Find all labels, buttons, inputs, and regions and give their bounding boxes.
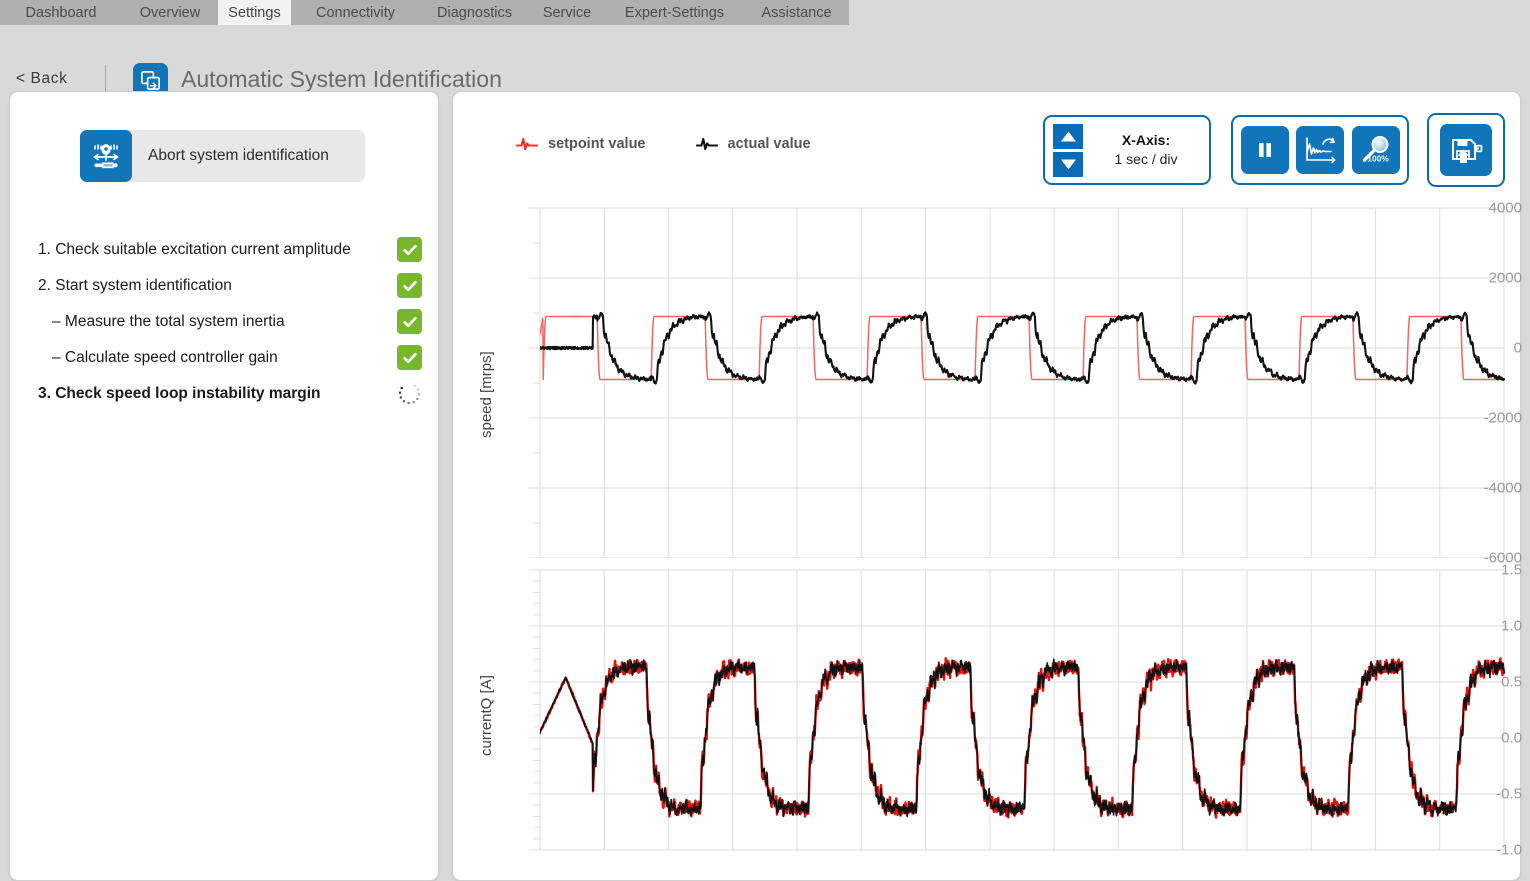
legend-label: actual value: [727, 136, 811, 152]
page-header: < Back Automatic System Identification: [0, 25, 1530, 98]
x-axis-control: X-Axis: 1 sec / div: [1043, 115, 1211, 185]
y-tick-label: 1.0: [1501, 617, 1522, 635]
step-label: – Measure the total system inertia: [52, 313, 285, 330]
y-axis-title: speed [mrps]: [478, 351, 495, 438]
triangle-down-icon[interactable]: [1053, 151, 1083, 177]
x-axis-value: 1 sec / div: [1114, 151, 1178, 167]
y-tick-label: 0.5: [1501, 673, 1522, 691]
step-label: 3. Check speed loop instability margin: [38, 385, 321, 402]
pulse-icon: [516, 136, 538, 152]
tab-service[interactable]: Service: [529, 0, 605, 25]
current-chart: 1.5 1.0 0.5 0.0 -0.5 -1.0 currentQ [A]: [452, 556, 1522, 860]
x-axis-stepper: [1053, 123, 1083, 177]
legend-label: setpoint value: [548, 136, 646, 152]
y-tick-label: -4000: [1483, 479, 1522, 497]
current-chart-canvas: [529, 569, 1505, 851]
chart-controls-group: 100%: [1231, 115, 1409, 185]
y-tick-label: -1.0: [1496, 841, 1522, 859]
tab-assistance[interactable]: Assistance: [744, 0, 849, 25]
x-axis-label: X-Axis:: [1121, 132, 1171, 149]
workflow-panel: Abort system identification 1. Check sui…: [9, 91, 439, 881]
save-group: [1427, 113, 1505, 187]
abort-system-identification-button[interactable]: Abort system identification: [80, 130, 365, 182]
trend-view-button[interactable]: [1296, 126, 1344, 174]
tab-diagnostics[interactable]: Diagnostics: [420, 0, 529, 25]
triangle-up-icon[interactable]: [1053, 123, 1083, 149]
y-tick-label: 4000: [1488, 199, 1522, 217]
legend-item: actual value: [695, 136, 811, 152]
legend-item: setpoint value: [516, 136, 646, 152]
y-tick-label: 0: [1513, 339, 1522, 357]
zoom-100-button[interactable]: 100%: [1351, 126, 1400, 174]
step-row: – Calculate speed controller gain: [10, 340, 440, 376]
pause-button[interactable]: [1240, 126, 1289, 174]
tab-expert-settings[interactable]: Expert-Settings: [605, 0, 744, 25]
y-tick-label: -0.5: [1496, 785, 1522, 803]
pulse-icon: [695, 136, 718, 152]
abort-button-label: Abort system identification: [148, 147, 329, 164]
speed-chart: 4000 2000 0 -2000 -4000 -6000 speed [mrps]: [452, 190, 1522, 567]
zoom-level-badge: 100%: [1367, 154, 1389, 164]
tab-dashboard[interactable]: Dashboard: [0, 0, 122, 25]
step-done-checkbox-icon: [397, 237, 422, 262]
save-to-usb-button[interactable]: [1440, 124, 1492, 176]
step-label: 1. Check suitable excitation current amp…: [38, 241, 351, 258]
y-tick-label: -2000: [1483, 409, 1522, 427]
y-tick-label: 2000: [1488, 269, 1522, 287]
speed-chart-canvas: [529, 207, 1505, 558]
step-row: – Measure the total system inertia: [10, 304, 440, 340]
step-label: – Calculate speed controller gain: [52, 349, 278, 366]
x-axis-readout: X-Axis: 1 sec / div: [1083, 131, 1209, 169]
step-row: 1. Check suitable excitation current amp…: [10, 232, 440, 268]
step-running-spinner-icon: [396, 380, 423, 407]
step-label: 2. Start system identification: [38, 277, 232, 294]
step-row: 3. Check speed loop instability margin: [10, 376, 440, 412]
step-row: 2. Start system identification: [10, 268, 440, 304]
tab-overview[interactable]: Overview: [122, 0, 218, 25]
tab-settings[interactable]: Settings: [218, 0, 291, 25]
step-list: 1. Check suitable excitation current amp…: [10, 232, 440, 412]
chart-legend: setpoint value actual value: [516, 136, 861, 152]
tab-bar: Dashboard Overview Settings Connectivity Dia…: [0, 0, 1530, 25]
step-done-checkbox-icon: [397, 273, 422, 298]
back-button[interactable]: < Back: [16, 70, 67, 88]
y-tick-label: 1.5: [1501, 561, 1522, 579]
step-done-checkbox-icon: [397, 309, 422, 334]
page-title: Automatic System Identification: [181, 66, 502, 92]
y-axis-title: currentQ [A]: [478, 675, 495, 756]
step-done-checkbox-icon: [397, 345, 422, 370]
system-identification-icon: [80, 130, 132, 182]
y-tick-label: 0.0: [1501, 729, 1522, 747]
tab-connectivity[interactable]: Connectivity: [291, 0, 420, 25]
